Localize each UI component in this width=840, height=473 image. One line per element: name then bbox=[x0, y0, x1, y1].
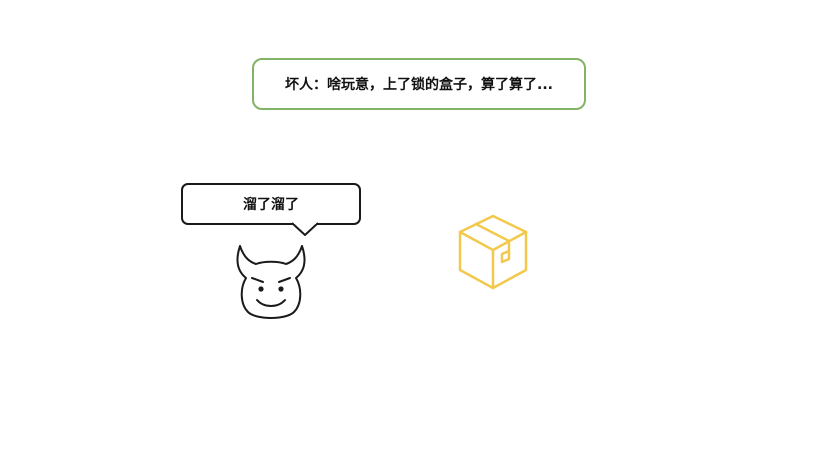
speech-bubble-text: 溜了溜了 bbox=[243, 197, 299, 213]
caption-box: 坏人：啥玩意，上了锁的盒子，算了算了... bbox=[252, 58, 586, 110]
caption-text: 坏人：啥玩意，上了锁的盒子，算了算了... bbox=[285, 77, 553, 93]
cardboard-box-icon bbox=[458, 214, 528, 290]
devil-face-icon bbox=[236, 245, 306, 319]
speech-bubble-tail bbox=[291, 222, 319, 236]
speech-bubble: 溜了溜了 bbox=[181, 183, 361, 225]
